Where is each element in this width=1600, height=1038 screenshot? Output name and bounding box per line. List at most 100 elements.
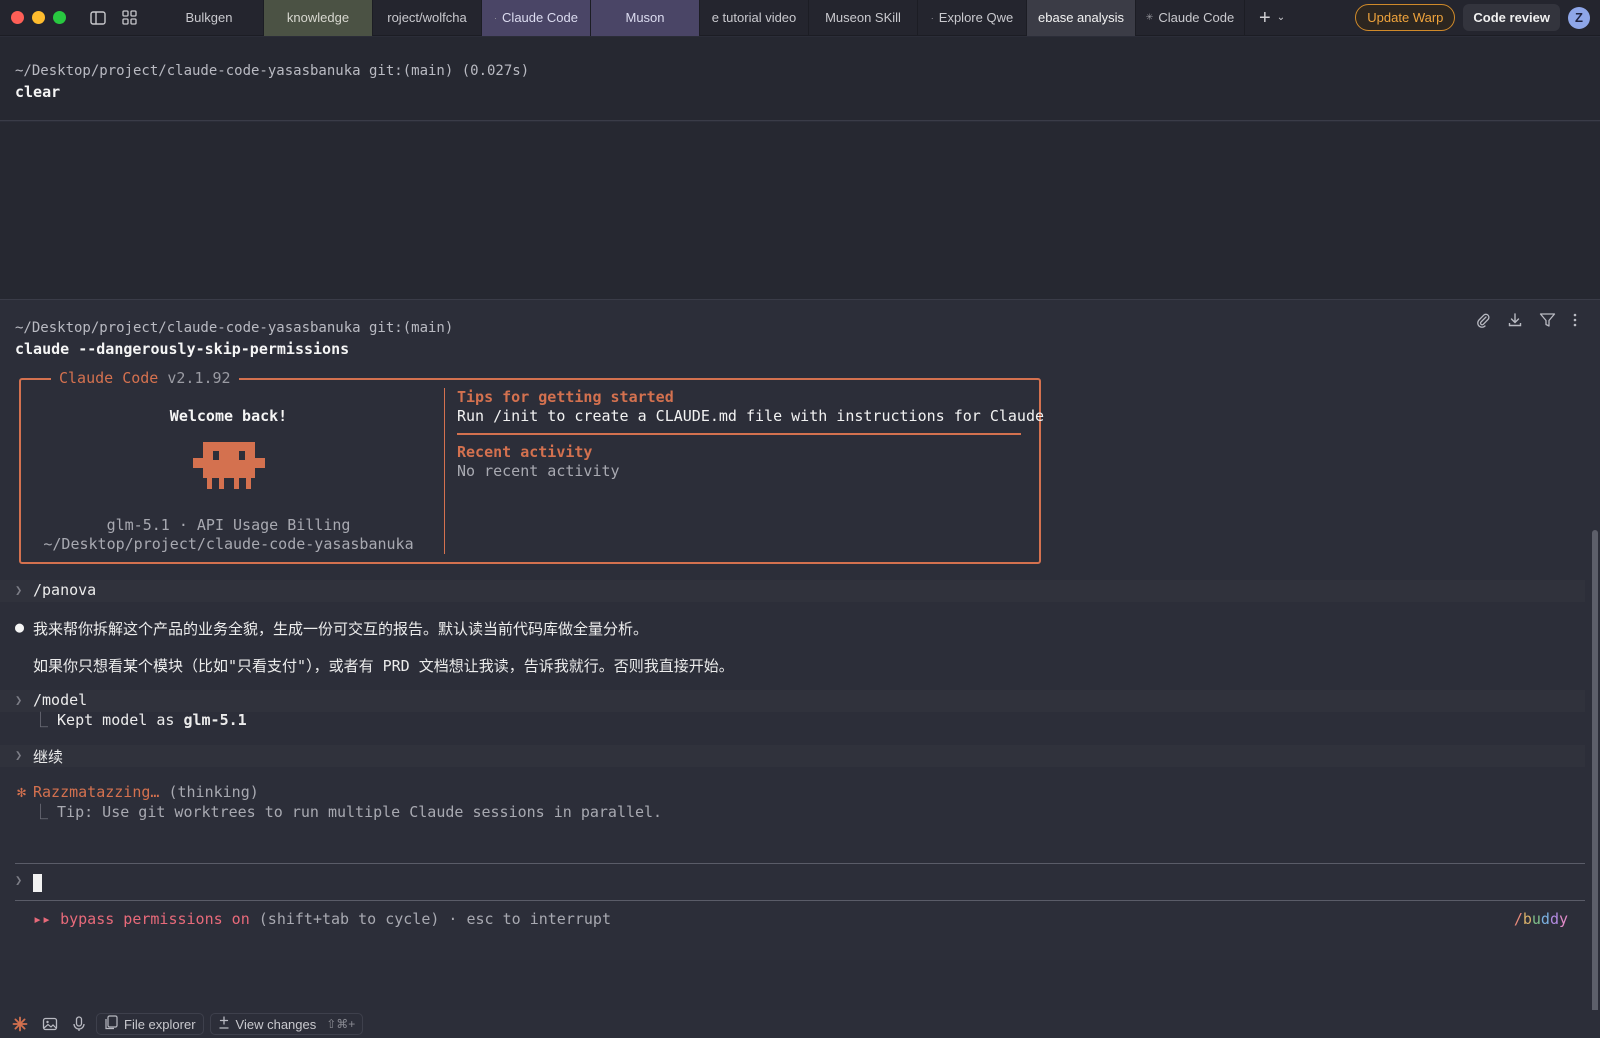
result-model-name: glm-5.1 — [183, 711, 247, 729]
bullet-icon: ● — [15, 618, 25, 636]
buddy-char: y — [1558, 910, 1568, 928]
zoom-window-button[interactable] — [53, 11, 66, 24]
tab-label: Bulkgen — [185, 10, 233, 25]
tab-status-icon: · — [930, 12, 934, 23]
prompt-chevron-icon: ❯ — [15, 748, 23, 762]
tab-strip: Bulkgen knowledge roject/wolfcha · Claude Co… — [155, 0, 1245, 36]
tip-row: ⎿ Tip: Use git worktrees to run multiple… — [0, 800, 1585, 822]
tip-body: Tip: Use git worktrees to run multiple C… — [57, 803, 663, 821]
view-changes-label: View changes — [235, 1016, 317, 1032]
image-icon[interactable] — [38, 1014, 62, 1034]
file-explorer-label: File explorer — [124, 1016, 196, 1032]
bottom-toolbar: File explorer View changes ⇧⌘+ — [0, 1010, 1600, 1038]
sidebar-toggle-icon[interactable] — [90, 10, 106, 25]
command-result: ⎿ Kept model as glm-5.1 — [33, 709, 247, 730]
close-window-button[interactable] — [11, 11, 24, 24]
tab-3[interactable]: · Claude Code — [482, 0, 591, 36]
buddy-char: d — [1540, 910, 1550, 928]
more-options-icon[interactable] — [1572, 312, 1578, 328]
tab-5[interactable]: e tutorial video — [700, 0, 809, 36]
attach-icon[interactable] — [1475, 312, 1491, 328]
keyboard-shortcut: ⇧⌘+ — [326, 1017, 356, 1031]
thinking-word: Razzmatazzing… — [33, 783, 160, 801]
buddy-char: / — [1513, 910, 1523, 928]
prompt-chevron-icon: ❯ — [15, 583, 23, 597]
tip-text: ⎿ Tip: Use git worktrees to run multiple… — [33, 801, 662, 822]
tab-status-icon: · — [494, 12, 498, 23]
tab-6[interactable]: Museon SKill — [809, 0, 918, 36]
result-prefix: Kept model as — [57, 711, 184, 729]
new-tab-icon[interactable]: + — [1259, 8, 1271, 28]
tree-connector-icon: ⎿ — [33, 711, 58, 729]
buddy-command[interactable]: /buddy — [1514, 910, 1568, 928]
download-icon[interactable] — [1507, 312, 1523, 328]
tips-divider — [457, 433, 1021, 435]
command-block-claude[interactable]: ~/Desktop/project/claude-code-yasasbanuk… — [0, 300, 1600, 960]
microphone-icon[interactable] — [68, 1014, 90, 1034]
input-top-border — [15, 863, 1585, 864]
model-billing-line: glm-5.1 · API Usage Billing — [106, 516, 351, 534]
tab-4[interactable]: Muson — [591, 0, 700, 36]
tab-bar: Bulkgen knowledge roject/wolfcha · Claude Co… — [0, 0, 1600, 36]
block-command: claude --dangerously-skip-permissions — [15, 340, 350, 358]
buddy-char: d — [1549, 910, 1559, 928]
claude-mascot-icon — [193, 442, 265, 496]
block-command: clear — [15, 83, 61, 101]
tab-label: ebase analysis — [1038, 10, 1124, 25]
project-path: ~/Desktop/project/claude-code-yasasbanuk… — [43, 535, 414, 553]
input-cursor[interactable] — [33, 874, 42, 892]
scrollbar[interactable] — [1592, 530, 1598, 1030]
user-command-row: ❯ 继续 — [0, 745, 1585, 767]
bypass-hint: (shift+tab to cycle) · esc to interrupt — [249, 910, 611, 928]
block-cwd: ~/Desktop/project/claude-code-yasasbanuk… — [15, 320, 454, 336]
welcome-message: Welcome back! — [169, 407, 288, 425]
tab-8[interactable]: ebase analysis — [1027, 0, 1136, 36]
claude-spark-icon[interactable] — [8, 1014, 32, 1034]
assistant-message-text: 如果你只想看某个模块（比如"只看支付"），或者有 PRD 文档想让我读，告诉我就… — [33, 657, 734, 675]
window-controls — [11, 11, 66, 24]
tab-label: Claude Code — [502, 10, 578, 25]
update-warp-button[interactable]: Update Warp — [1355, 4, 1456, 31]
avatar[interactable]: Z — [1568, 6, 1590, 29]
tab-label: Explore Qwe — [938, 10, 1014, 25]
tab-1[interactable]: knowledge — [264, 0, 373, 36]
input-prompt-chevron-icon: ❯ — [15, 873, 23, 887]
assistant-message-row: 如果你只想看某个模块（比如"只看支付"），或者有 PRD 文档想让我读，告诉我就… — [0, 654, 1585, 676]
tab-label: e tutorial video — [711, 10, 797, 25]
minimize-window-button[interactable] — [32, 11, 45, 24]
block-cwd: ~/Desktop/project/claude-code-yasasbanuk… — [15, 63, 530, 79]
command-result-row: ⎿ Kept model as glm-5.1 — [0, 708, 1585, 730]
code-review-button[interactable]: Code review — [1463, 4, 1560, 31]
tab-7[interactable]: · Explore Qwe — [918, 0, 1027, 36]
tab-label: Claude Code — [1158, 10, 1235, 25]
welcome-box-divider — [444, 388, 445, 554]
claude-welcome-box: Claude Code v2.1.92 Welcome back! glm-5.… — [19, 369, 1044, 564]
fast-forward-icon: ▸▸ — [33, 910, 52, 928]
spinner-asterisk-icon: ✻ — [17, 783, 27, 801]
user-command-text: /model — [33, 691, 88, 709]
tips-heading: Tips for getting started — [457, 388, 674, 406]
tab-2[interactable]: roject/wolfcha — [373, 0, 482, 36]
tab-0[interactable]: Bulkgen — [155, 0, 264, 36]
tree-connector-icon: ⎿ — [33, 803, 58, 821]
user-command-text: /panova — [33, 581, 97, 599]
thinking-status: Razzmatazzing… (thinking) — [33, 783, 259, 801]
files-icon — [104, 1015, 118, 1033]
cleared-output-area — [0, 122, 1600, 300]
permission-status: ▸▸ bypass permissions on (shift+tab to c… — [33, 910, 611, 928]
tab-9[interactable]: ✳ Claude Code — [1136, 0, 1245, 36]
buddy-char: b — [1522, 910, 1532, 928]
tips-body: Run /init to create a CLAUDE.md file wit… — [457, 407, 1044, 425]
assistant-message-text: 我来帮你拆解这个产品的业务全貌，生成一份可交互的报告。默认读当前代码库做全量分析… — [33, 620, 649, 638]
recent-activity-body: No recent activity — [457, 462, 620, 480]
tab-status-icon: ✳ — [1145, 12, 1154, 22]
chevron-down-icon[interactable]: ⌄ — [1277, 12, 1285, 23]
grid-view-icon[interactable] — [122, 10, 137, 25]
file-explorer-button[interactable]: File explorer — [96, 1013, 204, 1035]
filter-icon[interactable] — [1539, 312, 1556, 328]
prompt-chevron-icon: ❯ — [15, 693, 23, 707]
block-toolbar — [1475, 312, 1578, 328]
user-command-row: ❯ /panova — [0, 580, 1585, 602]
view-changes-button[interactable]: View changes ⇧⌘+ — [209, 1013, 364, 1035]
command-block-clear[interactable]: ~/Desktop/project/claude-code-yasasbanuk… — [0, 37, 1600, 121]
